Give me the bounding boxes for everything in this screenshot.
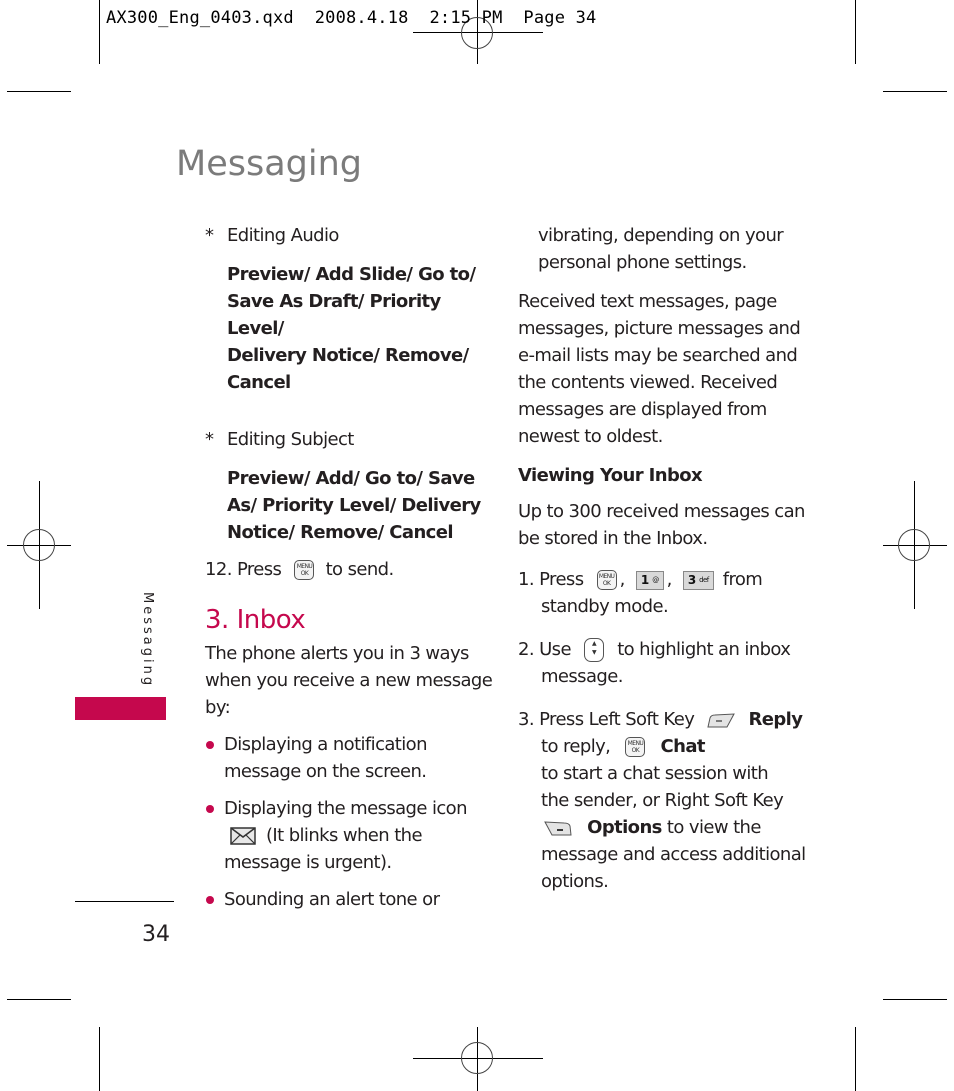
crop-mark-top-left-vertical — [99, 0, 100, 64]
footer-rule — [75, 901, 174, 902]
page-title: Messaging — [176, 144, 362, 184]
crop-mark-bottom-right-vertical — [855, 1027, 856, 1091]
nav-up-down-key-icon: ▲ ▼ — [584, 638, 605, 662]
side-tab-marker — [75, 697, 166, 720]
step-3: 3. Press Left Soft Key Reply to reply, M… — [518, 709, 806, 892]
editing-subject-label: * Editing Subject — [205, 429, 354, 450]
bullet-item-alert-tone: Sounding an alert tone or — [206, 886, 495, 913]
left-soft-key-icon — [707, 712, 736, 727]
editing-audio-options: Preview/ Add Slide/ Go to/ Save As Draft… — [227, 264, 476, 393]
crop-mark-top-left-horizontal — [7, 91, 71, 92]
crop-mark-bottom-right-horizontal — [883, 999, 947, 1000]
step-12: 12. Press MENU OK to send. — [205, 559, 394, 580]
bullet-continuation: vibrating, depending on your personal ph… — [538, 225, 784, 273]
inbox-capacity: Up to 300 received messages can be store… — [518, 501, 805, 549]
side-tab-label: Messaging — [140, 592, 155, 689]
subheading-viewing-inbox: Viewing Your Inbox — [518, 465, 703, 486]
crop-mark-top-right-horizontal — [883, 91, 947, 92]
editing-subject-options: Preview/ Add/ Go to/ Save As/ Priority L… — [227, 468, 481, 543]
bullet-item-notification: Displaying a notification message on the… — [206, 731, 495, 785]
registration-circle-right — [898, 529, 930, 561]
bullet-dot — [206, 741, 214, 749]
registration-circle-bottom — [461, 1042, 493, 1074]
editing-audio-label: * Editing Audio — [205, 225, 339, 246]
bullet-dot — [206, 805, 214, 813]
step-1: 1. Press MENU OK, 1 @, 3 def from standby… — [518, 569, 763, 617]
section-heading-inbox: 3. Inbox — [205, 605, 306, 635]
envelope-icon — [230, 827, 256, 845]
inbox-intro: The phone alerts you in 3 ways when you … — [205, 643, 493, 718]
crop-mark-bottom-left-vertical — [99, 1027, 100, 1091]
menu-ok-key-icon: MENU OK — [294, 560, 315, 580]
page-number: 34 — [142, 922, 170, 947]
bullet-item-message-icon: Displaying the message icon (It blinks w… — [206, 795, 495, 876]
menu-ok-key-icon: MENU OK — [625, 737, 646, 757]
asterisk-marker: * — [205, 429, 214, 450]
crop-mark-top-right-vertical — [855, 0, 856, 64]
registration-circle-left — [23, 529, 55, 561]
left-column: * Editing Audio Preview/ Add Slide/ Go t… — [205, 222, 495, 913]
crop-mark-bottom-left-horizontal — [7, 999, 71, 1000]
asterisk-marker: * — [205, 225, 214, 246]
menu-ok-key-icon: MENU OK — [596, 570, 617, 590]
inbox-description: Received text messages, page messages, p… — [518, 291, 801, 447]
key-1-icon: 1 @ — [635, 570, 664, 590]
key-3-icon: 3 def — [682, 570, 714, 590]
right-column: vibrating, depending on your personal ph… — [518, 222, 808, 895]
step-2: 2. Use ▲ ▼ to highlight an inbox message. — [518, 638, 791, 687]
alert-bullet-list: Displaying a notification message on the… — [206, 731, 495, 913]
bullet-dot — [206, 896, 214, 904]
right-soft-key-icon — [544, 820, 572, 835]
print-slug: AX300_Eng_0403.qxd 2008.4.18 2:15 PM Pag… — [106, 8, 597, 28]
